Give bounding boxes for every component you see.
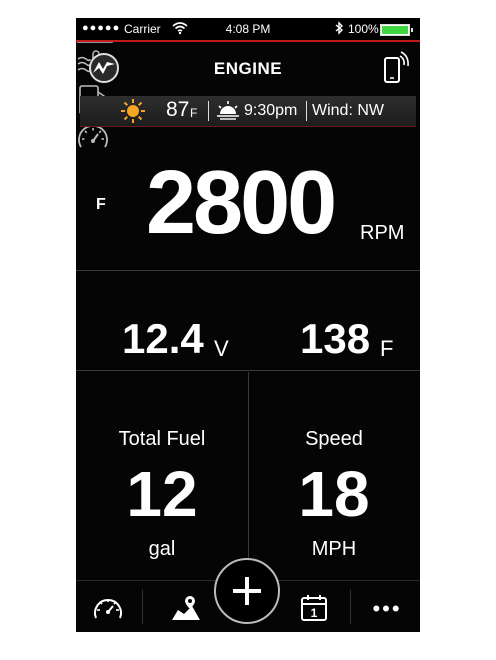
calendar-day: 1	[311, 606, 318, 620]
weather-bar: 87 F 9:30pm Wind: NW	[80, 96, 416, 127]
divider	[76, 370, 420, 371]
speed-unit: MPH	[311, 538, 357, 560]
speed-label: Speed	[305, 428, 363, 450]
battery-icon	[380, 24, 413, 36]
rpm-value: 2800	[146, 153, 337, 253]
divider	[142, 590, 143, 624]
divider	[350, 590, 351, 624]
sunset-icon	[217, 101, 239, 120]
sunset-time: 9:30pm	[244, 102, 298, 119]
speed-value: 18	[298, 458, 370, 530]
more-menu-icon[interactable]: •••	[362, 596, 412, 622]
phone-screen: ●●●●● Carrier 4:08 PM 100% ENGINE 87 F 9…	[76, 18, 420, 632]
temperature-value: 87	[166, 98, 190, 121]
calendar-icon[interactable]: 1	[298, 594, 330, 622]
gauges-icon[interactable]	[92, 594, 124, 622]
engine-side-label: F	[96, 196, 106, 213]
page-title: ENGINE	[213, 59, 283, 78]
header: ENGINE	[76, 42, 420, 94]
divider	[208, 101, 209, 121]
battery-voltage-value: 12.4	[122, 315, 204, 362]
bluetooth-icon	[335, 21, 344, 35]
sun-icon	[121, 99, 145, 123]
battery-percent: 100%	[348, 22, 379, 36]
phone-connect-icon[interactable]	[382, 50, 410, 84]
add-button[interactable]	[214, 558, 280, 624]
fuel-value: 12	[126, 458, 198, 530]
rpm-unit: RPM	[360, 222, 405, 244]
status-bar: ●●●●● Carrier 4:08 PM 100%	[76, 18, 420, 40]
water-temp-value: 138	[300, 315, 371, 362]
battery-voltage-unit: V	[214, 336, 229, 361]
wind-direction: Wind: NW	[312, 102, 384, 119]
fuel-unit: gal	[148, 538, 176, 560]
temperature-unit: F	[190, 106, 198, 120]
water-temp-unit: F	[380, 336, 394, 361]
map-location-icon[interactable]	[170, 594, 202, 622]
divider	[306, 101, 307, 121]
fuel-label: Total Fuel	[118, 428, 206, 450]
divider	[76, 270, 420, 271]
